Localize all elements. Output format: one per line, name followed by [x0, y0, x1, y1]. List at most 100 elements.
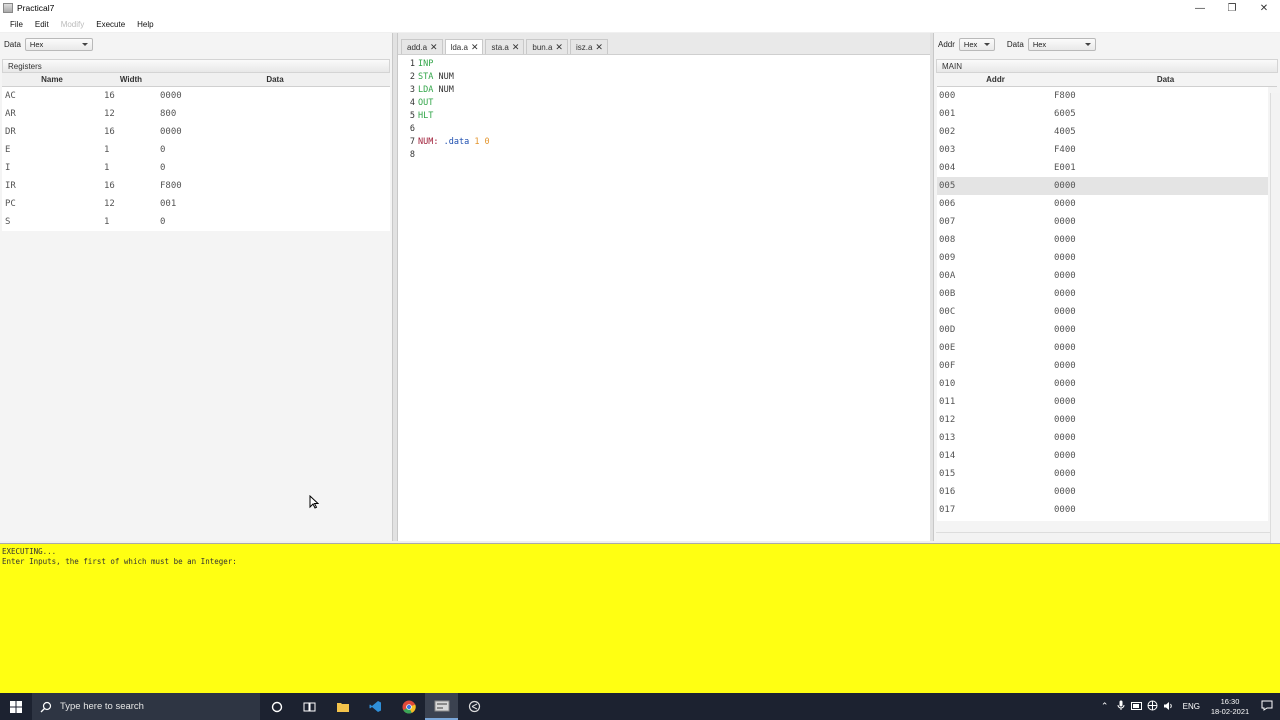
memory-data[interactable]: F800 — [1054, 91, 1268, 101]
editor-tab[interactable]: isz.a ✕ — [569, 39, 608, 54]
file-explorer-icon[interactable] — [326, 693, 359, 720]
memory-data[interactable]: 0000 — [1054, 415, 1268, 425]
memory-row[interactable]: 005 0000 — [937, 177, 1268, 195]
clock[interactable]: 16:30 18-02-2021 — [1206, 697, 1254, 717]
memory-data[interactable]: 4005 — [1054, 127, 1268, 137]
memory-data[interactable]: 6005 — [1054, 109, 1268, 119]
memory-row[interactable]: 00C 0000 — [937, 303, 1268, 321]
memory-data[interactable]: 0000 — [1054, 433, 1268, 443]
memory-row[interactable]: 002 4005 — [937, 123, 1268, 141]
register-data[interactable]: 001 — [160, 199, 390, 209]
language-indicator[interactable]: ENG — [1177, 702, 1206, 711]
memory-data[interactable]: 0000 — [1054, 307, 1268, 317]
memory-data[interactable]: 0000 — [1054, 181, 1268, 191]
memory-data[interactable]: 0000 — [1054, 397, 1268, 407]
memory-data[interactable]: 0000 — [1054, 235, 1268, 245]
register-row[interactable]: AR 12 800 — [2, 105, 390, 123]
volume-icon[interactable] — [1161, 701, 1177, 713]
close-button[interactable]: ✕ — [1248, 0, 1280, 16]
close-icon[interactable]: ✕ — [595, 42, 603, 53]
app-icon[interactable] — [458, 693, 491, 720]
column-header-width[interactable]: Width — [102, 75, 160, 84]
task-view-icon[interactable] — [293, 693, 326, 720]
menu-file[interactable]: File — [4, 20, 29, 29]
editor-tab[interactable]: add.a ✕ — [401, 39, 443, 54]
memory-data[interactable]: 0000 — [1054, 271, 1268, 281]
memory-row[interactable]: 015 0000 — [937, 465, 1268, 483]
mem-data-format-dropdown[interactable]: Hex — [1027, 37, 1096, 51]
memory-horizontal-scrollbar[interactable] — [936, 532, 1270, 541]
memory-row[interactable]: 017 0000 — [937, 501, 1268, 519]
memory-data[interactable]: F400 — [1054, 145, 1268, 155]
close-icon[interactable]: ✕ — [430, 42, 438, 53]
memory-row[interactable]: 006 0000 — [937, 195, 1268, 213]
memory-row[interactable]: 009 0000 — [937, 249, 1268, 267]
memory-data[interactable]: 0000 — [1054, 379, 1268, 389]
column-header-addr[interactable]: Addr — [937, 75, 1054, 84]
maximize-button[interactable]: ❐ — [1216, 0, 1248, 16]
taskbar-search[interactable]: Type here to search — [32, 693, 260, 720]
editor-tab[interactable]: bun.a ✕ — [526, 39, 568, 54]
memory-data[interactable]: 0000 — [1054, 451, 1268, 461]
register-data[interactable]: 800 — [160, 109, 390, 119]
register-row[interactable]: PC 12 001 — [2, 195, 390, 213]
start-button[interactable] — [0, 693, 32, 720]
memory-row[interactable]: 00F 0000 — [937, 357, 1268, 375]
chrome-icon[interactable] — [392, 693, 425, 720]
menu-execute[interactable]: Execute — [90, 20, 131, 29]
memory-vertical-scrollbar[interactable] — [1270, 93, 1280, 563]
memory-row[interactable]: 014 0000 — [937, 447, 1268, 465]
editor-tab[interactable]: lda.a ✕ — [444, 39, 484, 54]
memory-row[interactable]: 007 0000 — [937, 213, 1268, 231]
memory-row[interactable]: 011 0000 — [937, 393, 1268, 411]
column-header-name[interactable]: Name — [2, 75, 102, 84]
editor-tab[interactable]: sta.a ✕ — [485, 39, 525, 54]
register-data[interactable]: F800 — [160, 181, 390, 191]
column-header-data[interactable]: Data — [160, 75, 390, 84]
memory-row[interactable]: 013 0000 — [937, 429, 1268, 447]
memory-data[interactable]: 0000 — [1054, 469, 1268, 479]
column-header-mem-data[interactable]: Data — [1054, 75, 1277, 84]
memory-data[interactable]: 0000 — [1054, 325, 1268, 335]
network-icon[interactable] — [1145, 700, 1161, 713]
battery-icon[interactable] — [1129, 701, 1145, 712]
data-format-dropdown[interactable]: Hex — [24, 37, 93, 51]
memory-data[interactable]: E001 — [1054, 163, 1268, 173]
addr-format-dropdown[interactable]: Hex — [958, 37, 995, 51]
close-icon[interactable]: ✕ — [471, 42, 479, 53]
memory-data[interactable]: 0000 — [1054, 289, 1268, 299]
menu-modify[interactable]: Modify — [55, 20, 91, 29]
memory-row[interactable]: 010 0000 — [937, 375, 1268, 393]
register-data[interactable]: 0000 — [160, 91, 390, 101]
memory-row[interactable]: 00A 0000 — [937, 267, 1268, 285]
microphone-icon[interactable] — [1113, 700, 1129, 713]
register-data[interactable]: 0 — [160, 217, 390, 227]
memory-row[interactable]: 003 F400 — [937, 141, 1268, 159]
register-data[interactable]: 0000 — [160, 127, 390, 137]
notification-icon[interactable] — [1254, 700, 1280, 714]
minimize-button[interactable]: — — [1184, 0, 1216, 16]
register-row[interactable]: DR 16 0000 — [2, 123, 390, 141]
memory-data[interactable]: 0000 — [1054, 199, 1268, 209]
memory-row[interactable]: 016 0000 — [937, 483, 1268, 501]
close-icon[interactable]: ✕ — [512, 42, 520, 53]
memory-data[interactable]: 0000 — [1054, 217, 1268, 227]
memory-row[interactable]: 00E 0000 — [937, 339, 1268, 357]
register-data[interactable]: 0 — [160, 145, 390, 155]
simulator-app-icon[interactable] — [425, 693, 458, 720]
chevron-up-icon[interactable]: ⌃ — [1097, 701, 1113, 712]
memory-data[interactable]: 0000 — [1054, 253, 1268, 263]
vscode-icon[interactable] — [359, 693, 392, 720]
menu-help[interactable]: Help — [131, 20, 159, 29]
memory-row[interactable]: 000 F800 — [937, 87, 1268, 105]
memory-row[interactable]: 012 0000 — [937, 411, 1268, 429]
memory-row[interactable]: 001 6005 — [937, 105, 1268, 123]
memory-row[interactable]: 00B 0000 — [937, 285, 1268, 303]
register-row[interactable]: I 1 0 — [2, 159, 390, 177]
code-editor[interactable]: 1 INP 2 STA NUM 3 LDA NUM 4 OUT 5 HLT 6 7 NUM: .data… — [398, 55, 930, 161]
cortana-icon[interactable] — [260, 693, 293, 720]
register-row[interactable]: E 1 0 — [2, 141, 390, 159]
register-data[interactable]: 0 — [160, 163, 390, 173]
memory-data[interactable]: 0000 — [1054, 343, 1268, 353]
memory-data[interactable]: 0000 — [1054, 361, 1268, 371]
